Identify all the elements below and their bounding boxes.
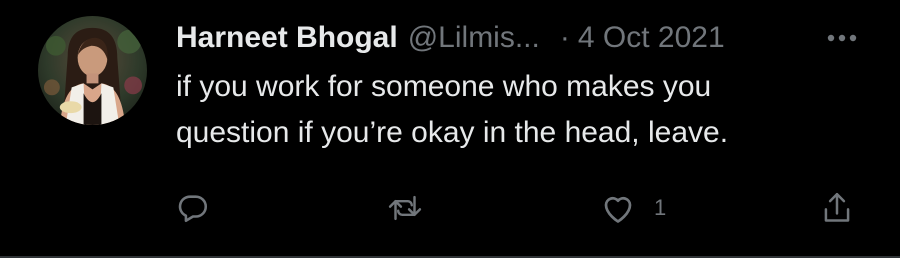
like-button[interactable]: 1	[600, 186, 666, 230]
avatar-image	[38, 16, 147, 125]
reply-icon	[178, 195, 208, 223]
author-handle[interactable]: @Lilmis...	[408, 21, 540, 55]
like-count: 1	[654, 195, 667, 220]
retweet-icon	[388, 195, 422, 221]
share-icon	[824, 192, 850, 222]
author-name[interactable]: Harneet Bhogal	[176, 21, 398, 55]
tweet-card[interactable]: Harneet Bhogal @Lilmis... · 4 Oct 2021 i…	[0, 0, 900, 258]
more-icon	[827, 34, 857, 42]
tweet-text-line: if you work for someone who makes you	[176, 70, 712, 103]
heart-icon	[604, 196, 632, 223]
tweet-header: Harneet Bhogal @Lilmis... · 4 Oct 2021	[176, 18, 870, 58]
reply-button[interactable]	[176, 186, 210, 230]
retweet-button[interactable]	[386, 186, 424, 230]
tweet-date[interactable]: 4 Oct 2021	[578, 21, 725, 55]
tweet-text: if you work for someone who makes you qu…	[176, 64, 856, 156]
more-options-button[interactable]	[824, 20, 860, 56]
header-separator: ·	[559, 21, 570, 54]
share-button[interactable]	[820, 186, 854, 230]
tweet-text-line: question if you’re okay in the head, lea…	[176, 116, 729, 149]
avatar[interactable]	[38, 16, 147, 125]
